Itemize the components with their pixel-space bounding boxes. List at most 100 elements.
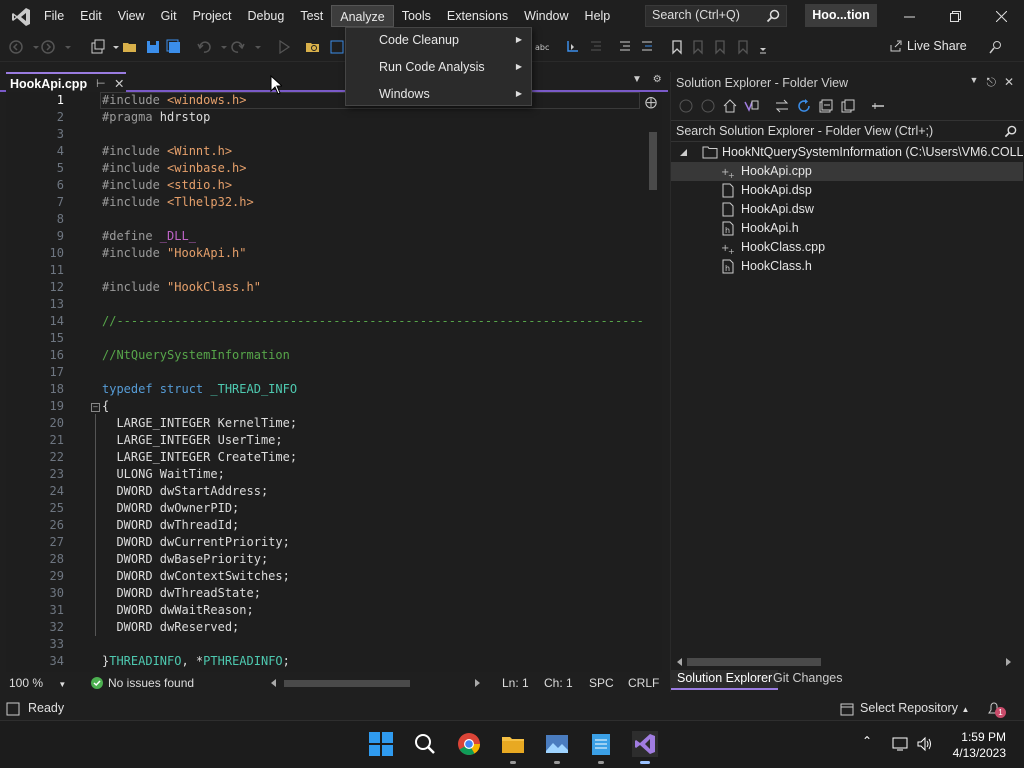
pin-panel-icon[interactable]: ⎋ [986, 75, 996, 90]
search-icon[interactable] [412, 731, 438, 757]
undo-icon[interactable] [196, 39, 212, 55]
tree-item-file[interactable]: + + HookClass.cpp [671, 238, 1023, 257]
back-icon[interactable] [8, 39, 24, 55]
windows-start-icon[interactable] [368, 731, 394, 757]
indent-icon[interactable] [588, 39, 604, 55]
find-in-files-icon[interactable] [305, 39, 321, 55]
tab-git-changes[interactable]: Git Changes [773, 671, 842, 685]
sync-with-document-icon[interactable] [775, 99, 789, 113]
redo-dropdown-icon[interactable] [250, 39, 266, 55]
start-debug-icon[interactable] [276, 39, 292, 55]
select-repository-button[interactable]: Select Repository ▲ [860, 701, 969, 715]
chrome-icon[interactable] [456, 731, 482, 757]
tree-item-file[interactable]: h HookApi.h [671, 219, 1023, 238]
save-all-icon[interactable] [166, 39, 182, 55]
show-all-files-icon[interactable] [841, 99, 855, 113]
tab-hookapi-cpp[interactable]: HookApi.cpp ⊢ ✕ [6, 72, 126, 92]
open-folder-icon[interactable] [122, 39, 138, 55]
tree-item-file[interactable]: HookApi.dsp [671, 181, 1023, 200]
tree-item-file[interactable]: h HookClass.h [671, 257, 1023, 276]
step-into-icon[interactable] [565, 39, 581, 55]
clear-bookmarks-icon[interactable] [735, 39, 751, 55]
menu-extensions[interactable]: Extensions [439, 5, 516, 27]
solution-explorer-search-input[interactable]: Search Solution Explorer - Folder View (… [671, 120, 1023, 142]
menu-test[interactable]: Test [292, 5, 331, 27]
notepad-icon[interactable] [588, 731, 614, 757]
menu-debug[interactable]: Debug [239, 5, 292, 27]
scrollbar-thumb[interactable] [649, 132, 657, 190]
toolbar-overflow-icon[interactable] [755, 39, 771, 55]
scrollbar-thumb[interactable] [284, 680, 410, 687]
uncomment-lines-icon[interactable] [639, 39, 655, 55]
menu-tools[interactable]: Tools [394, 5, 439, 27]
prev-bookmark-icon[interactable] [690, 39, 706, 55]
search-input[interactable]: Search (Ctrl+Q) [645, 5, 787, 27]
refresh-icon[interactable] [797, 99, 811, 113]
spacing-indicator[interactable]: SPC [589, 676, 614, 690]
pin-icon[interactable]: ⊢ [96, 74, 106, 94]
solution-explorer-icon[interactable] [329, 39, 345, 55]
feedback-icon[interactable] [988, 39, 1004, 55]
redo-icon[interactable] [230, 39, 246, 55]
tree-root-folder[interactable]: HookNtQuerySystemInformation (C:\Users\V… [671, 143, 1023, 162]
menu-edit[interactable]: Edit [72, 5, 110, 27]
collapse-region-icon[interactable]: – [91, 403, 100, 412]
restore-button[interactable] [932, 0, 978, 32]
editor-horizontal-scrollbar[interactable] [271, 678, 480, 688]
code-editor[interactable]: 1 2 3 4 5 6 7 8 9 10 11 12 13 14 15 16 17 18 19 20 21 22 23 24 2… [6, 92, 662, 672]
visual-studio-taskbar-icon[interactable] [632, 731, 658, 757]
spell-check-icon[interactable]: abc [534, 39, 550, 55]
editor-vertical-scrollbar[interactable] [644, 92, 662, 672]
photos-app-icon[interactable] [544, 731, 570, 757]
settings-gear-icon[interactable]: ⚙ [653, 74, 662, 85]
properties-icon[interactable] [871, 99, 885, 113]
scroll-right-icon[interactable] [1005, 657, 1013, 667]
menu-item-windows[interactable]: Windows ▶ [346, 82, 531, 109]
collapse-all-icon[interactable] [819, 99, 833, 113]
solution-explorer-horizontal-scrollbar[interactable] [671, 656, 1023, 668]
line-indicator[interactable]: Ln: 1 [502, 676, 529, 690]
forward-dropdown-icon[interactable] [60, 39, 76, 55]
panel-options-dropdown-icon[interactable]: ▼ [970, 75, 979, 90]
switch-views-icon[interactable] [743, 99, 759, 113]
scroll-left-icon[interactable] [270, 678, 278, 688]
live-share-button[interactable]: Live Share [889, 39, 967, 53]
menu-item-run-code-analysis[interactable]: Run Code Analysis ▶ [346, 55, 531, 82]
menu-project[interactable]: Project [185, 5, 240, 27]
tree-item-file[interactable]: + + HookApi.cpp [671, 162, 1023, 181]
close-tab-icon[interactable]: ✕ [114, 74, 124, 94]
tree-item-file[interactable]: HookApi.dsw [671, 200, 1023, 219]
menu-item-code-cleanup[interactable]: Code Cleanup ▶ [346, 28, 531, 55]
scroll-right-icon[interactable] [474, 678, 482, 688]
tab-list-dropdown-icon[interactable]: ▼ [632, 74, 642, 85]
menu-window[interactable]: Window [516, 5, 576, 27]
file-explorer-icon[interactable] [500, 731, 526, 757]
show-hidden-icons-icon[interactable]: ⌃ [862, 734, 872, 748]
close-window-button[interactable] [978, 0, 1024, 32]
menu-git[interactable]: Git [153, 5, 185, 27]
char-indicator[interactable]: Ch: 1 [544, 676, 573, 690]
line-ending-indicator[interactable]: CRLF [628, 676, 659, 690]
volume-icon[interactable] [916, 736, 934, 752]
network-icon[interactable] [892, 736, 910, 752]
back-icon[interactable] [679, 99, 693, 113]
visual-studio-logo-icon[interactable] [10, 6, 32, 28]
split-editor-icon[interactable]: ⨁ [645, 95, 657, 109]
tab-solution-explorer[interactable]: Solution Explorer [671, 670, 779, 690]
minimize-button[interactable] [886, 0, 932, 32]
code-text-area[interactable]: #include <windows.h> #pragma hdrstop #incl… [102, 92, 662, 672]
scrollbar-thumb[interactable] [687, 658, 821, 666]
system-clock[interactable]: 1:59 PM 4/13/2023 [946, 729, 1006, 761]
forward-icon[interactable] [701, 99, 715, 113]
save-icon[interactable] [145, 39, 161, 55]
next-bookmark-icon[interactable] [712, 39, 728, 55]
zoom-level-dropdown[interactable]: 100 % ▼ [9, 676, 66, 690]
expand-arrow-icon[interactable] [680, 149, 687, 156]
scroll-left-icon[interactable] [676, 657, 684, 667]
menu-view[interactable]: View [110, 5, 153, 27]
menu-help[interactable]: Help [577, 5, 619, 27]
bookmark-icon[interactable] [669, 39, 685, 55]
home-icon[interactable] [723, 99, 737, 113]
comment-lines-icon[interactable] [617, 39, 633, 55]
new-project-icon[interactable] [90, 39, 106, 55]
